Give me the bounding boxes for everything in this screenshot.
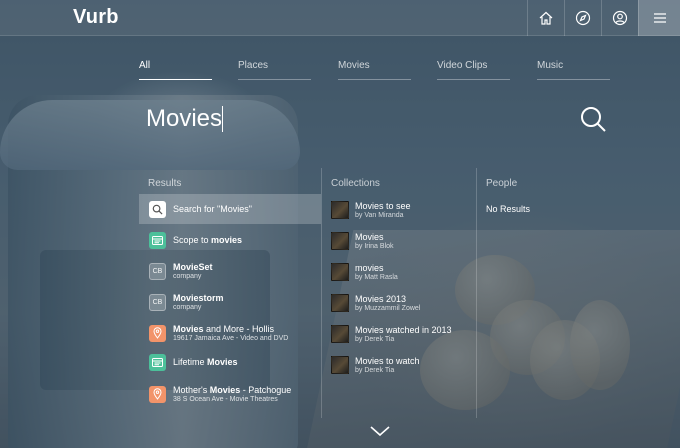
location-pin-icon — [149, 324, 166, 342]
collection-author: by Van Miranda — [355, 211, 404, 219]
tab-movies[interactable]: Movies — [338, 58, 411, 80]
collection-title: Movies 2013 — [355, 293, 407, 304]
collection-thumbnail — [331, 325, 349, 343]
collection-author: by Derek Tia — [355, 335, 395, 343]
collection-thumbnail — [331, 201, 349, 219]
result-subtitle: 19617 Jamaica Ave - Video and DVD — [173, 334, 289, 342]
collection-item[interactable]: Movies to see by Van Miranda — [331, 197, 471, 223]
collection-thumbnail — [331, 263, 349, 281]
user-icon — [612, 10, 628, 26]
tab-music[interactable]: Music — [537, 58, 610, 80]
vurb-logo[interactable]: Vurb — [73, 6, 119, 29]
company-icon: CB — [149, 262, 166, 280]
scope-icon — [149, 353, 166, 371]
search-icon — [149, 200, 166, 218]
collection-author: by Matt Rasla — [355, 273, 398, 281]
result-subtitle: company — [173, 272, 202, 280]
result-mothers-movies[interactable]: Mother's Movies - Patchogue 38 S Ocean A… — [139, 379, 321, 409]
collection-title: movies — [355, 262, 384, 273]
search-icon — [581, 107, 606, 132]
collection-item[interactable]: Movies 2013 by Muzzammil Zowel — [331, 290, 471, 316]
location-pin-icon — [149, 385, 166, 403]
people-heading: People — [486, 178, 518, 189]
collection-thumbnail — [331, 356, 349, 374]
result-subtitle: company — [173, 303, 202, 311]
chevron-down-icon — [370, 426, 390, 437]
collections-heading: Collections — [331, 178, 380, 189]
results-heading: Results — [148, 178, 182, 189]
search-tabs: All Places Movies Video Clips Music — [139, 58, 611, 80]
home-button[interactable] — [527, 0, 564, 36]
profile-button[interactable] — [601, 0, 638, 36]
scope-icon — [149, 231, 166, 249]
collection-title: Movies — [355, 231, 384, 242]
collection-item[interactable]: Movies watched in 2013 by Derek Tia — [331, 321, 471, 347]
text-caret — [222, 106, 223, 132]
collection-thumbnail — [331, 294, 349, 312]
tab-places[interactable]: Places — [238, 58, 311, 80]
scroll-down-button[interactable] — [369, 424, 391, 438]
collection-title: Movies to watch — [355, 355, 420, 366]
search-button[interactable] — [578, 104, 608, 134]
menu-button[interactable] — [638, 0, 680, 36]
result-label: Search for "Movies" — [173, 203, 252, 214]
column-divider — [321, 168, 322, 418]
result-search-for[interactable]: Search for "Movies" — [139, 194, 321, 224]
top-bar: Vurb — [0, 0, 680, 36]
collection-thumbnail — [331, 232, 349, 250]
result-scope-to-movies[interactable]: Scope to movies — [139, 225, 321, 255]
home-icon — [539, 11, 553, 25]
collection-item[interactable]: movies by Matt Rasla — [331, 259, 471, 285]
collection-author: by Muzzammil Zowel — [355, 304, 421, 312]
collection-title: Movies watched in 2013 — [355, 324, 452, 335]
collection-author: by Irina Blok — [355, 242, 394, 250]
company-icon: CB — [149, 293, 166, 311]
collection-title: Movies to see — [355, 200, 411, 211]
result-lifetime-movies[interactable]: Lifetime Movies — [139, 347, 321, 377]
menu-icon — [653, 13, 666, 23]
tab-all[interactable]: All — [139, 58, 212, 80]
result-moviestorm[interactable]: CB Moviestorm company — [139, 287, 321, 317]
result-movies-and-more[interactable]: Movies and More - Hollis 19617 Jamaica A… — [139, 318, 321, 348]
result-subtitle: 38 S Ocean Ave - Movie Theatres — [173, 395, 278, 403]
collection-author: by Derek Tia — [355, 366, 395, 374]
search-input[interactable] — [146, 102, 566, 136]
compass-icon — [575, 10, 591, 26]
collection-item[interactable]: Movies to watch by Derek Tia — [331, 352, 471, 378]
explore-button[interactable] — [564, 0, 601, 36]
tab-video-clips[interactable]: Video Clips — [437, 58, 510, 80]
result-movieset[interactable]: CB MovieSet company — [139, 256, 321, 286]
collection-item[interactable]: Movies by Irina Blok — [331, 228, 471, 254]
people-empty-state: No Results — [486, 204, 531, 214]
column-divider — [476, 168, 477, 418]
